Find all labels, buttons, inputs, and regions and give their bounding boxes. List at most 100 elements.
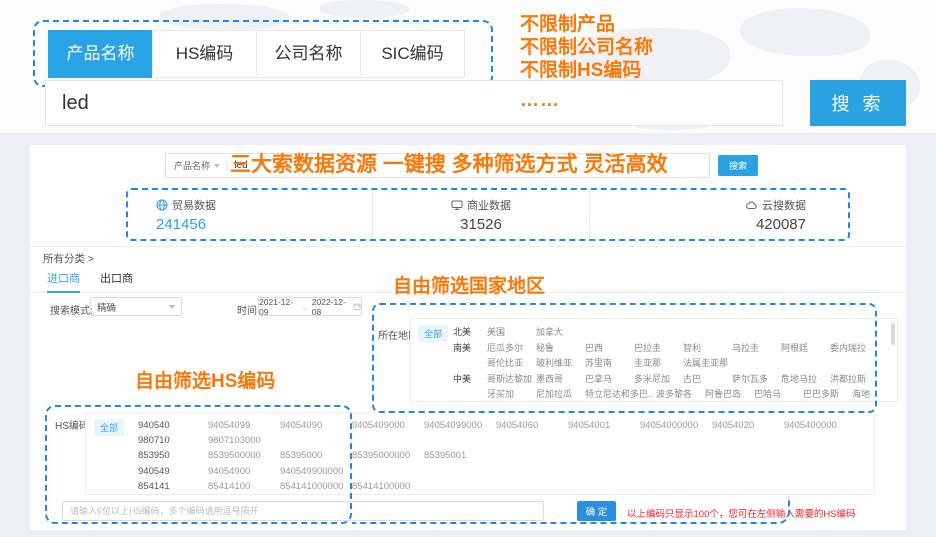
region-country-option[interactable]: 波多黎各 — [656, 387, 705, 403]
region-items: 哥斯达黎加 墨西哥 巴拿马 多米尼加 古巴 萨尔瓦多 — [487, 372, 879, 388]
hs-code-option[interactable]: 854141000000 — [280, 479, 352, 494]
region-country-option[interactable]: 加拿大 — [536, 325, 585, 341]
region-country-option[interactable]: 巴拿马 — [585, 372, 634, 388]
region-items: 美国 加拿大 — [487, 325, 585, 341]
tab-importer[interactable]: 进口商 — [47, 267, 80, 293]
region-row: 中美 哥斯达黎加 墨西哥 巴拿马 多米尼加 — [453, 372, 889, 388]
hs-code-option[interactable]: 85414100000 — [352, 479, 424, 494]
region-country-option[interactable]: 巴巴多斯 — [803, 387, 852, 403]
region-row: 北美 美国 加拿大 — [453, 325, 889, 341]
hs-all-chip[interactable]: 全部 — [94, 419, 124, 436]
hs-code-row: 940540 94054099 94054090 9405409000 9405… — [138, 418, 866, 433]
region-country-option[interactable]: 阿鲁巴岛 — [705, 387, 754, 403]
region-country-option[interactable]: 危地马拉 — [781, 372, 830, 388]
region-country-option[interactable]: 古巴 — [683, 372, 732, 388]
region-country-option[interactable]: 尼加拉瓜 — [536, 387, 585, 403]
region-country-option[interactable]: 法属圭亚那 — [683, 356, 732, 372]
hs-code-option[interactable]: 94054099 — [208, 418, 280, 433]
hs-code-row: 854141 85414100 854141000000 85414100000 — [138, 479, 866, 494]
stat-label: 贸易数据 — [172, 197, 216, 213]
hs-code-option[interactable]: 85414100 — [208, 479, 280, 494]
search-mode-select[interactable]: 精确 — [90, 297, 182, 316]
hs-code-option[interactable]: 94054090 — [280, 418, 352, 433]
region-items: 牙买加 尼加拉瓜 特立尼达和多巴.. 波多黎各 阿鲁巴岛 巴哈马 — [487, 387, 901, 403]
hs-code-head[interactable]: 940549 — [138, 464, 208, 479]
hs-code-option[interactable]: 940549900000 — [280, 464, 352, 479]
tab-hs-code[interactable]: HS编码 — [152, 30, 257, 78]
hs-code-items: 94054900 940549900000 — [208, 464, 352, 479]
globe-icon — [156, 199, 168, 211]
chevron-down-icon — [214, 164, 220, 168]
hero-section: 产品名称 HS编码 公司名称 SIC编码 搜 索 不限制产品 不限制公司名称 不… — [0, 0, 936, 133]
region-country-option[interactable]: 洪都拉斯 — [830, 372, 879, 388]
annotation-line: 不限制HS编码 — [520, 59, 653, 82]
main-panel: 产品名称 | led 搜索 三大索数据资源 一键搜 多种筛选方式 灵活高效 贸易… — [30, 145, 906, 530]
hs-code-items: 94054099 94054090 9405409000 94054099000… — [208, 418, 856, 433]
region-country-option[interactable]: 苏里南 — [585, 356, 634, 372]
hs-code-option[interactable]: 9807103000 — [208, 433, 280, 448]
tab-exporter[interactable]: 出口商 — [100, 267, 133, 293]
region-items: 厄瓜多尔 秘鲁 巴西 巴拉圭 智利 乌拉圭 — [487, 341, 879, 357]
hs-code-head[interactable]: 940540 — [138, 418, 208, 433]
tab-sic-code[interactable]: SIC编码 — [360, 30, 465, 78]
region-country-option[interactable]: 巴拉圭 — [634, 341, 683, 357]
region-country-option[interactable]: 乌拉圭 — [732, 341, 781, 357]
hs-code-head[interactable]: 853950 — [138, 448, 208, 463]
region-country-option[interactable]: 厄瓜多尔 — [487, 341, 536, 357]
time-label: 时间: — [237, 302, 260, 317]
hero-search-button[interactable]: 搜 索 — [810, 80, 906, 126]
hero-search-input[interactable] — [45, 80, 783, 126]
region-country-option[interactable]: 海地 — [852, 387, 901, 403]
hs-code-input[interactable] — [62, 501, 544, 521]
hs-code-option[interactable]: 94054000000 — [640, 418, 712, 433]
hs-code-option[interactable]: 94054060 — [496, 418, 568, 433]
breadcrumb-all-categories[interactable]: 所有分类 > — [43, 251, 94, 266]
mini-search-button[interactable]: 搜索 — [718, 155, 758, 176]
region-all-chip[interactable]: 全部 — [418, 325, 448, 342]
tab-product-name[interactable]: 产品名称 — [48, 30, 153, 78]
monitor-icon — [451, 199, 463, 211]
mini-search-category[interactable]: 产品名称 — [174, 159, 210, 172]
region-country-option[interactable]: 萨尔瓦多 — [732, 372, 781, 388]
region-country-option[interactable]: 智利 — [683, 341, 732, 357]
hs-code-option[interactable]: 85395000 — [280, 448, 352, 463]
hs-code-option[interactable]: 8539500000 — [208, 448, 280, 463]
region-country-option[interactable]: 巴哈马 — [754, 387, 803, 403]
region-country-option[interactable]: 美国 — [487, 325, 536, 341]
region-country-option[interactable]: 哥伦比亚 — [487, 356, 536, 372]
region-country-option[interactable]: 阿根廷 — [781, 341, 830, 357]
hs-code-option[interactable]: 94054020 — [712, 418, 784, 433]
date-range-picker[interactable]: 2021-12-09 → 2022-12-08 — [258, 297, 362, 316]
cloud-icon — [745, 199, 758, 211]
hs-code-items: 8539500000 85395000 85395000000 85395001 — [208, 448, 496, 463]
date-end: 2022-12-08 — [312, 297, 350, 317]
region-country-option[interactable]: 多米尼加 — [634, 372, 683, 388]
region-rows: 北美 美国 加拿大 南美 — [453, 325, 889, 403]
hs-code-option[interactable]: 85395001 — [424, 448, 496, 463]
region-row: 牙买加 尼加拉瓜 特立尼达和多巴.. 波多黎各 阿鲁巴岛 巴哈马 — [453, 387, 889, 403]
region-filter-annotation: 自由筛选国家地区 — [393, 271, 545, 298]
region-country-option[interactable]: 墨西哥 — [536, 372, 585, 388]
scrollbar-thumb[interactable] — [891, 323, 895, 345]
confirm-button[interactable]: 确 定 — [577, 501, 616, 521]
region-country-option[interactable]: 牙买加 — [487, 387, 536, 403]
stat-business-data: 商业数据 31526 — [373, 190, 590, 239]
tab-company-name[interactable]: 公司名称 — [256, 30, 361, 78]
hs-code-option[interactable]: 85395000000 — [352, 448, 424, 463]
hs-code-option[interactable]: 94054900 — [208, 464, 280, 479]
region-country-option[interactable]: 哥斯达黎加 — [487, 372, 536, 388]
stat-value: 31526 — [373, 216, 589, 233]
hs-code-head[interactable]: 980710 — [138, 433, 208, 448]
hs-code-option[interactable]: 9405400000 — [784, 418, 856, 433]
hs-code-head[interactable]: 854141 — [138, 479, 208, 494]
hs-code-option[interactable]: 94054001 — [568, 418, 640, 433]
hs-code-option[interactable]: 94054099000 — [424, 418, 496, 433]
hs-code-option[interactable]: 9405409000 — [352, 418, 424, 433]
region-country-option[interactable]: 玻利维亚 — [536, 356, 585, 372]
region-country-option[interactable]: 秘鲁 — [536, 341, 585, 357]
region-country-option[interactable]: 巴西 — [585, 341, 634, 357]
region-country-option[interactable]: 圭亚那 — [634, 356, 683, 372]
region-country-option[interactable]: 委内瑞拉 — [830, 341, 879, 357]
region-country-option[interactable]: 特立尼达和多巴.. — [585, 387, 656, 403]
headline-annotation: 三大索数据资源 一键搜 多种筛选方式 灵活高效 — [230, 148, 668, 178]
